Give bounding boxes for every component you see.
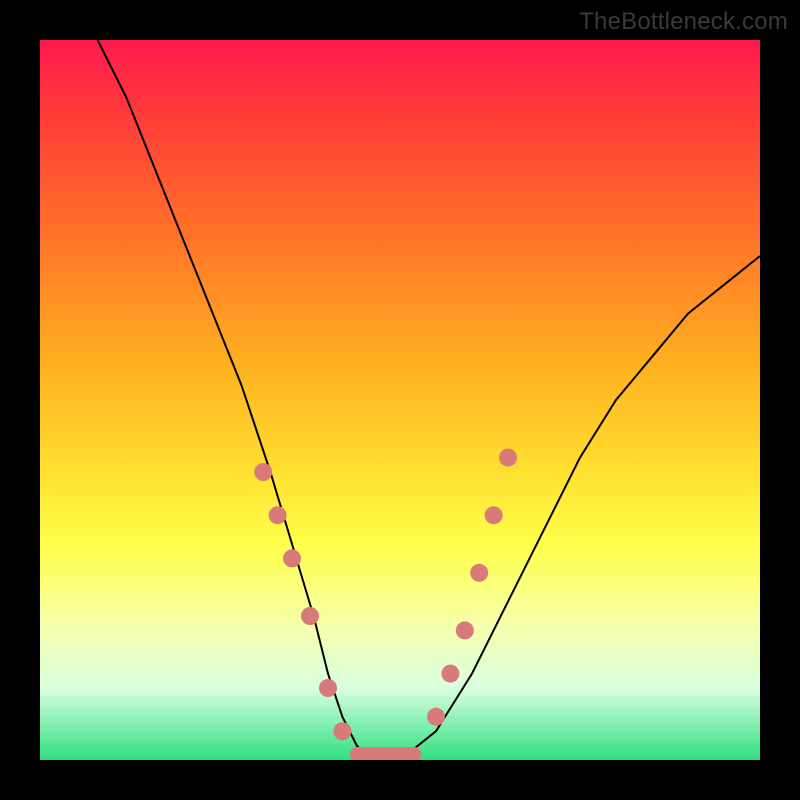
- plot-area: [40, 40, 760, 760]
- curve-group: [98, 40, 760, 760]
- highlight-dot: [485, 506, 503, 524]
- highlight-dot: [283, 549, 301, 567]
- highlight-dot: [333, 722, 351, 740]
- chart-frame: TheBottleneck.com: [0, 0, 800, 800]
- highlight-dot: [427, 708, 445, 726]
- watermark-text: TheBottleneck.com: [579, 8, 788, 36]
- highlight-dot: [301, 607, 319, 625]
- highlight-dot: [456, 621, 474, 639]
- highlight-dot: [319, 679, 337, 697]
- highlight-dot: [499, 449, 517, 467]
- marker-group: [254, 449, 517, 741]
- highlight-dot: [269, 506, 287, 524]
- bottleneck-curve: [98, 40, 760, 760]
- curve-svg: [40, 40, 760, 760]
- highlight-dot: [470, 564, 488, 582]
- highlight-dot: [254, 463, 272, 481]
- highlight-dot: [441, 665, 459, 683]
